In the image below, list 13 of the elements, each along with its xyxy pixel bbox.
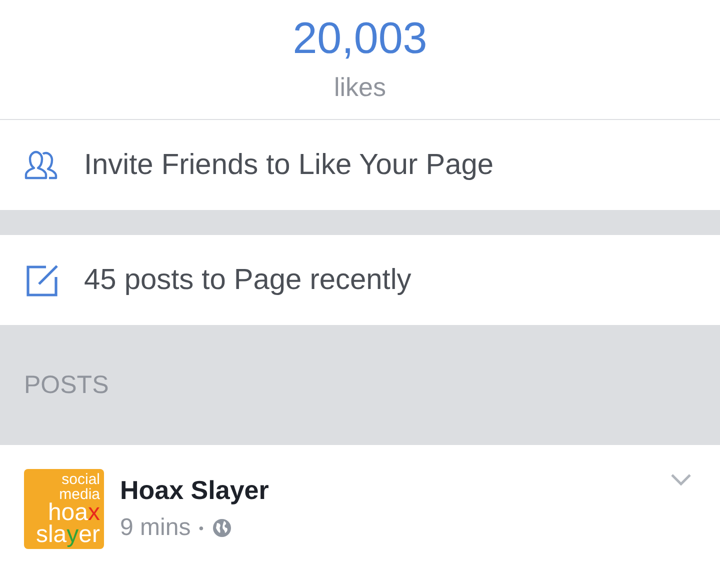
recent-posts-link[interactable]: 45 posts to Page recently	[0, 235, 720, 325]
section-header: POSTS	[24, 370, 109, 400]
separator-dot: •	[198, 520, 204, 536]
people-icon	[24, 150, 60, 180]
author-name[interactable]: Hoax Slayer	[120, 475, 269, 506]
invite-friends-link[interactable]: Invite Friends to Like Your Page	[0, 120, 720, 210]
page-avatar: social media hoax slayer	[24, 469, 104, 549]
likes-count: 20,003	[292, 14, 428, 64]
chevron-down-icon[interactable]	[670, 473, 692, 486]
compose-icon	[24, 262, 60, 298]
likes-label: likes	[334, 72, 386, 103]
post-time: 9 mins	[120, 514, 191, 542]
globe-icon	[212, 518, 232, 538]
